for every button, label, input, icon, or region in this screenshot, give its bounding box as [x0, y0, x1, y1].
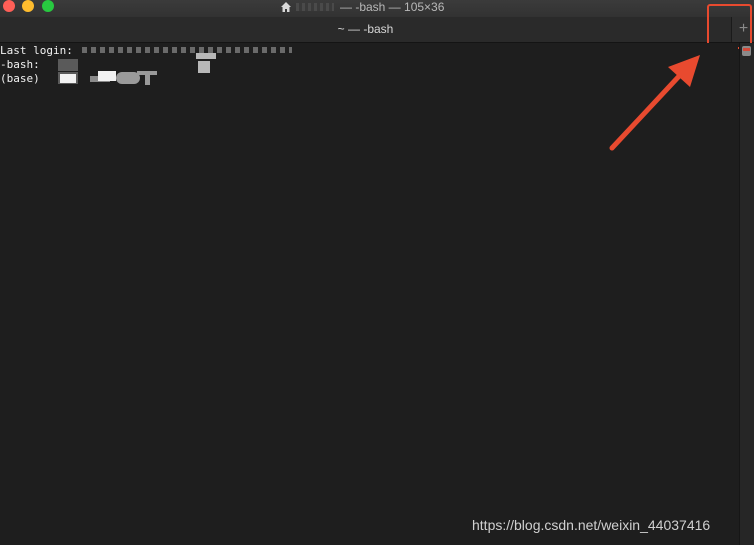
terminal-window: — -bash — 105×36 ~ — -bash + Last login:…: [0, 0, 754, 545]
window-title-text: — -bash — 105×36: [340, 0, 445, 14]
tab-bash[interactable]: ~ — -bash: [0, 17, 731, 42]
redacted-username: [296, 3, 334, 11]
terminal-line-last-login: Last login:: [0, 44, 73, 57]
redacted-block: [198, 61, 210, 73]
redacted-block: [98, 71, 116, 81]
scrollbar-marker: [743, 48, 750, 51]
home-icon: [281, 2, 291, 12]
redacted-block: [58, 59, 78, 71]
window-title: — -bash — 105×36: [280, 0, 444, 14]
terminal-line-prompt: (base): [0, 72, 40, 85]
minimize-button[interactable]: [22, 0, 34, 12]
tab-bar: ~ — -bash +: [0, 17, 754, 43]
title-bar[interactable]: — -bash — 105×36: [0, 0, 754, 17]
red-arrow-icon: [609, 55, 700, 151]
close-button[interactable]: [3, 0, 15, 12]
terminal-line-bash: -bash:: [0, 58, 40, 71]
redacted-login-details: [82, 47, 292, 53]
redacted-block: [60, 74, 76, 83]
redacted-block: [196, 53, 216, 59]
zoom-button[interactable]: [42, 0, 54, 12]
redacted-block: [145, 75, 150, 85]
watermark-url: https://blog.csdn.net/weixin_44037416: [472, 517, 711, 533]
scrollbar-track[interactable]: [739, 43, 754, 545]
